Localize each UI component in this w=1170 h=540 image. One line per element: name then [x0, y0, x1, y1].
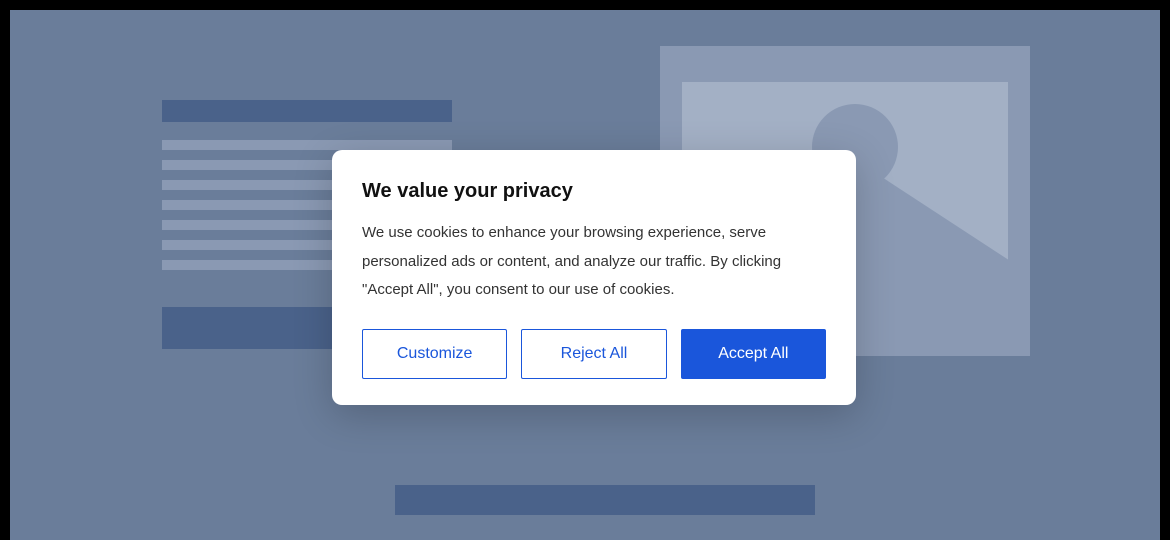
modal-actions: Customize Reject All Accept All — [362, 329, 826, 379]
modal-title: We value your privacy — [362, 180, 826, 203]
customize-button[interactable]: Customize — [362, 329, 507, 379]
skeleton-line — [162, 140, 452, 150]
cookie-consent-modal: We value your privacy We use cookies to … — [332, 150, 856, 405]
accept-all-button[interactable]: Accept All — [681, 329, 826, 379]
modal-description: We use cookies to enhance your browsing … — [362, 219, 826, 305]
skeleton-block — [395, 485, 815, 515]
reject-all-button[interactable]: Reject All — [521, 329, 666, 379]
skeleton-heading — [162, 100, 452, 122]
